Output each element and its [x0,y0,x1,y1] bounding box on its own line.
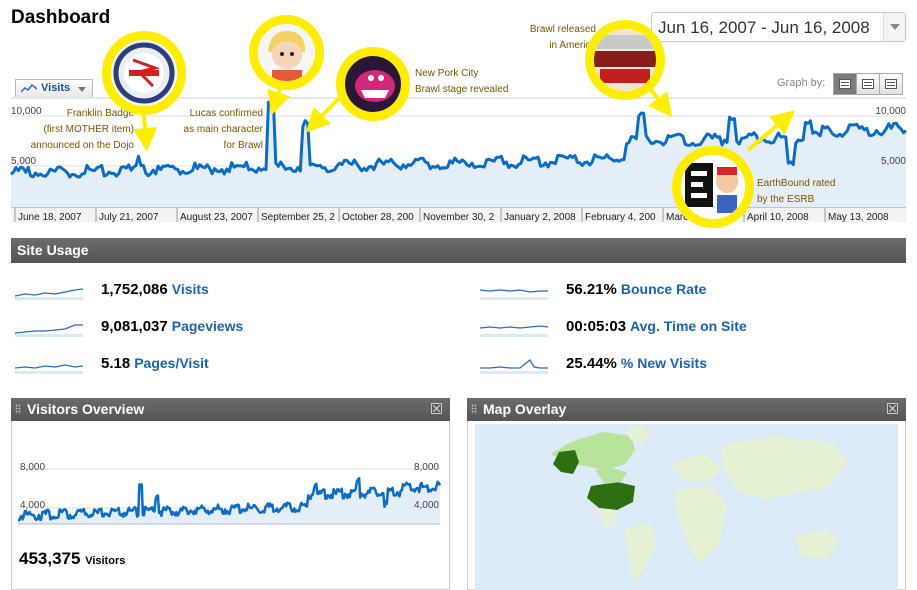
lucas-image [249,15,324,90]
vis-y-tick-4000-right: 4,000 [414,500,439,511]
visitors-count-value: 453,375 [19,549,81,568]
metric-value: 25.44% [566,355,617,372]
metric-link[interactable]: Avg. Time on Site [630,318,747,334]
world-map[interactable] [475,424,898,590]
pageviews-sparkline [15,324,83,337]
map-overlay-header: Map Overlay [467,398,906,421]
lucas-portrait-icon [258,24,315,81]
visitors-area [18,478,440,524]
metric-value: 5.18 [101,355,131,372]
drag-handle-icon[interactable] [471,404,477,414]
esrb-earthbound-image [672,146,754,228]
arrow-earthbound [746,110,796,152]
franklin-badge-icon [112,41,176,105]
brawl-box-image [585,20,665,100]
close-icon[interactable] [431,403,442,414]
vis-y-tick-8000-left: 8,000 [20,462,45,473]
new-pork-pig-icon [345,56,401,112]
visitors-count-label: Visitors [85,555,126,567]
metric-link[interactable]: Bounce Rate [621,281,707,297]
metric-link[interactable]: Visits [172,281,209,297]
close-icon[interactable] [887,403,898,414]
metric-value: 9,081,037 [101,318,168,335]
new-visits-sparkline [480,359,548,374]
bounce-rate-sparkline [480,289,548,300]
metric-value: 56.21% [566,281,617,298]
panel-title: Visitors Overview [27,401,145,417]
brawl-logo-icon [594,29,656,91]
new-pork-city-image [336,47,410,121]
franklin-badge-image [102,31,186,115]
vis-y-tick-4000-left: 4,000 [20,500,45,511]
site-usage-header: Site Usage [11,238,906,263]
vis-y-tick-8000-right: 8,000 [414,462,439,473]
visitors-overview-header: Visitors Overview [11,398,450,421]
visits-sparkline [15,288,83,300]
metric-link[interactable]: Pages/Visit [134,355,208,371]
drag-handle-icon[interactable] [15,404,21,414]
metric-value: 1,752,086 [101,281,168,298]
esrb-rating-icon [681,155,745,219]
visitors-count: 453,375 Visitors [19,549,125,569]
visitors-line-chart[interactable]: 8,000 4,000 8,000 4,000 [18,458,442,526]
metric-link[interactable]: % New Visits [621,355,707,371]
metric-value: 00:05:03 [566,318,627,335]
pages-visit-sparkline [15,364,83,374]
panel-title: Map Overlay [483,401,567,417]
avg-time-sparkline [480,325,548,337]
metric-link[interactable]: Pageviews [172,318,244,334]
